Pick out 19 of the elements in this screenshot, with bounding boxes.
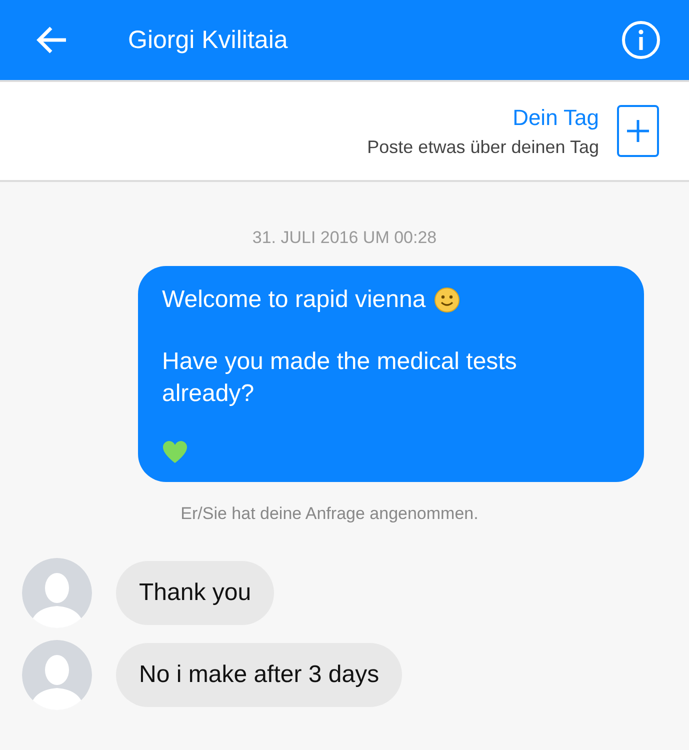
message-text: Welcome to rapid vienna: [162, 285, 426, 315]
status-notice: Er/Sie hat deine Anfrage angenommen.: [180, 504, 480, 524]
avatar-icon: [22, 640, 92, 710]
chat-title: Giorgi Kvilitaia: [128, 26, 289, 54]
story-title: Dein Tag: [512, 104, 599, 130]
incoming-message: No i make after 3 days: [116, 643, 402, 707]
plus-icon: [626, 119, 650, 143]
smiley-icon: [434, 287, 460, 313]
back-icon: [36, 26, 68, 54]
story-subtitle: Poste etwas über deinen Tag: [367, 136, 599, 158]
info-icon: [621, 20, 661, 60]
message-text: Have you made the medical tests already?: [162, 347, 518, 409]
add-story-button[interactable]: [617, 105, 659, 157]
info-button[interactable]: [621, 20, 661, 60]
timestamp: 31. JULI 2016 UM 00:28: [251, 228, 438, 248]
incoming-message: Thank you: [116, 561, 274, 625]
heart-icon: [162, 440, 188, 464]
back-button[interactable]: [36, 26, 68, 54]
avatar-icon: [22, 558, 92, 628]
